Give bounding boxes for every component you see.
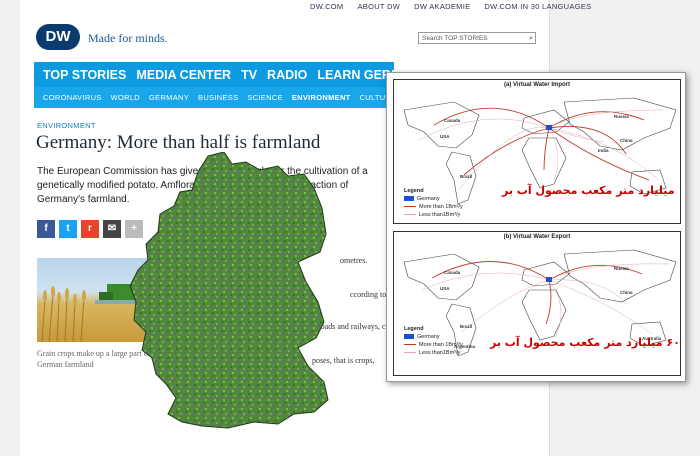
top-links: DW.COM ABOUT DW DW AKADEMIE DW.COM IN 30…: [310, 2, 700, 11]
subnav-culture[interactable]: CULTU: [360, 93, 386, 108]
search-icon[interactable]: ⌕: [529, 33, 533, 44]
map-label-russia: Russia: [614, 114, 629, 119]
article-headline: Germany: More than half is farmland: [36, 132, 321, 153]
body-fragment: ccording to: [350, 290, 387, 299]
search-placeholder: Search TOP STORIES: [422, 35, 488, 42]
subnav-environment[interactable]: ENVIRONMENT: [292, 93, 351, 108]
legend-item-minor: Less than1Bm³/y: [404, 212, 463, 218]
tagline: Made for minds.: [88, 31, 168, 45]
map-label-canada: Canada: [444, 270, 461, 275]
import-panel-title: (a) Virtual Water Import: [503, 82, 570, 88]
legend-item-major: More than 1Bm³/y: [404, 204, 463, 210]
map-label-usa: USA: [440, 134, 450, 139]
map-label-brazil: Brazil: [460, 174, 473, 179]
top-link-about[interactable]: ABOUT DW: [357, 2, 400, 11]
subnav-coronavirus[interactable]: CORONAVIRUS: [43, 93, 102, 108]
nav-media-center[interactable]: MEDIA CENTER: [136, 68, 231, 87]
subnav-germany[interactable]: GERMANY: [149, 93, 189, 108]
legend-title: Legend: [404, 326, 424, 332]
subnav-science[interactable]: SCIENCE: [247, 93, 282, 108]
map-label-russia: Russia: [614, 266, 629, 271]
map-label-india: India: [598, 148, 609, 153]
virtual-water-figure: (a) Virtual Water Import Canada USA Braz…: [386, 72, 686, 382]
top-link-languages[interactable]: DW.COM IN 30 LANGUAGES: [484, 2, 591, 11]
legend-item-germany: Germany: [404, 196, 463, 202]
nav-top-stories[interactable]: TOP STORIES: [43, 68, 126, 87]
map-label-china: China: [620, 290, 633, 295]
email-share-button[interactable]: ✉: [103, 220, 121, 238]
nav-tv[interactable]: TV: [241, 68, 257, 87]
facebook-share-button[interactable]: f: [37, 220, 55, 238]
legend-title: Legend: [404, 188, 424, 194]
germany-land-use-map: [129, 152, 329, 429]
legend-item-minor: Less than1Bm³/y: [404, 350, 463, 356]
search-input[interactable]: Search TOP STORIES ⌕: [418, 32, 536, 44]
export-panel-title: (b) Virtual Water Export: [503, 234, 571, 240]
main-nav: TOP STORIES MEDIA CENTER TV RADIO LEARN …: [34, 62, 419, 108]
map-label-china: China: [620, 138, 633, 143]
article-kicker[interactable]: ENVIRONMENT: [37, 121, 96, 130]
virtual-water-import-panel: (a) Virtual Water Import Canada USA Braz…: [393, 79, 681, 224]
dw-logo[interactable]: DW: [36, 24, 80, 50]
subnav-business[interactable]: BUSINESS: [198, 93, 238, 108]
virtual-water-export-panel: (b) Virtual Water Export Canada USA Braz…: [393, 231, 681, 376]
import-legend: Legend Germany More than 1Bm³/y Less tha…: [404, 188, 463, 220]
export-persian-note: صادرات ۶۰ میلیارد متر مکعب محصول آب بر: [490, 336, 680, 349]
map-label-usa: USA: [440, 286, 450, 291]
twitter-share-button[interactable]: t: [59, 220, 77, 238]
subnav-world[interactable]: WORLD: [111, 93, 140, 108]
legend-item-major: More than 1Bm³/y: [404, 342, 463, 348]
export-legend: Legend Germany More than 1Bm³/y Less tha…: [404, 326, 463, 358]
legend-item-germany: Germany: [404, 334, 463, 340]
nav-radio[interactable]: RADIO: [267, 68, 307, 87]
body-fragment: ometres.: [340, 256, 368, 265]
map-label-canada: Canada: [444, 118, 461, 123]
top-link-akademie[interactable]: DW AKADEMIE: [414, 2, 470, 11]
top-link-dw[interactable]: DW.COM: [310, 2, 343, 11]
reddit-share-button[interactable]: r: [81, 220, 99, 238]
import-persian-note: واردات ۱۰۰ میلیارد متر مکعب محصول آب بر: [502, 184, 680, 197]
